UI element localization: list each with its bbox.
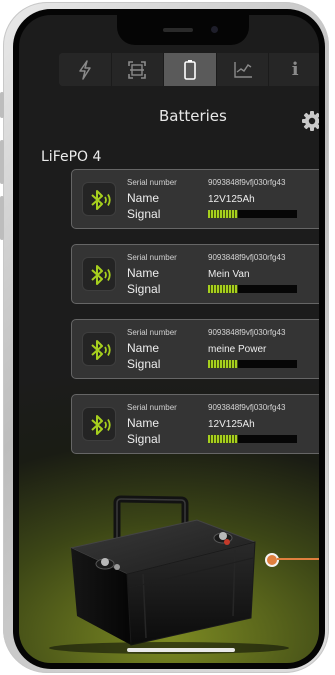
bluetooth-icon xyxy=(91,340,111,360)
battery-card[interactable]: Serial number Name Signal 9093848f9vfj03… xyxy=(71,244,319,304)
signal-label: Signal xyxy=(127,432,161,446)
name-label: Name xyxy=(127,266,160,280)
signal-strength-bar xyxy=(208,435,297,443)
scan-frame-icon xyxy=(128,60,147,79)
bluetooth-badge xyxy=(82,407,116,441)
callout-marker[interactable] xyxy=(265,553,279,567)
battery-card[interactable]: Serial number Name Signal 9093848f9vfj03… xyxy=(71,319,319,379)
bluetooth-badge xyxy=(82,257,116,291)
tab-info[interactable]: i xyxy=(269,53,319,86)
signal-strength-fill xyxy=(208,210,239,218)
serial-label: Serial number xyxy=(127,403,177,412)
battery-icon xyxy=(184,59,196,80)
callout-line xyxy=(277,558,319,560)
tab-scan[interactable] xyxy=(111,53,165,86)
bluetooth-icon xyxy=(91,415,111,435)
page-title: Batteries xyxy=(159,107,227,125)
phone-volume-up-button xyxy=(0,140,4,184)
signal-label: Signal xyxy=(127,357,161,371)
signal-strength-bar xyxy=(208,210,297,218)
signal-label: Signal xyxy=(127,282,161,296)
gear-icon[interactable] xyxy=(302,111,319,131)
name-label: Name xyxy=(127,416,160,430)
info-icon: i xyxy=(291,59,299,80)
serial-label: Serial number xyxy=(127,178,177,187)
name-value: Mein Van xyxy=(208,269,250,280)
phone-volume-down-button xyxy=(0,196,4,240)
signal-strength-bar xyxy=(208,285,297,293)
tab-statistics[interactable] xyxy=(216,53,270,86)
name-label: Name xyxy=(127,341,160,355)
chart-icon xyxy=(233,61,252,78)
serial-value: 9093848f9vfj030rfg43 xyxy=(208,253,286,262)
serial-label: Serial number xyxy=(127,253,177,262)
name-value: 12V125Ah xyxy=(208,194,255,205)
front-camera xyxy=(211,26,218,33)
tab-bar: i xyxy=(59,53,319,86)
name-value: 12V125Ah xyxy=(208,419,255,430)
battery-type-label: LiFePO 4 xyxy=(41,149,102,165)
name-value: meine Power xyxy=(208,344,267,355)
bluetooth-badge xyxy=(82,332,116,366)
battery-card[interactable]: Serial number Name Signal 9093848f9vfj03… xyxy=(71,394,319,454)
name-label: Name xyxy=(127,191,160,205)
serial-label: Serial number xyxy=(127,328,177,337)
battery-card[interactable]: Serial number Name Signal 9093848f9vfj03… xyxy=(71,169,319,229)
signal-strength-fill xyxy=(208,285,239,293)
serial-value: 9093848f9vfj030rfg43 xyxy=(208,178,286,187)
bluetooth-icon xyxy=(91,190,111,210)
serial-value: 9093848f9vfj030rfg43 xyxy=(208,403,286,412)
phone-side-button xyxy=(0,92,4,118)
bluetooth-badge xyxy=(82,182,116,216)
signal-label: Signal xyxy=(127,207,161,221)
speaker-grille xyxy=(163,28,193,32)
phone-notch xyxy=(117,15,249,45)
lightning-icon xyxy=(79,59,91,80)
signal-strength-fill xyxy=(208,435,239,443)
tab-batteries[interactable] xyxy=(164,53,217,86)
app-screen: i Batteries LiFePO 4 Serial number Name … xyxy=(19,15,319,663)
home-indicator[interactable] xyxy=(127,648,235,652)
signal-strength-fill xyxy=(208,360,239,368)
tab-power[interactable] xyxy=(59,53,112,86)
signal-strength-bar xyxy=(208,360,297,368)
serial-value: 9093848f9vfj030rfg43 xyxy=(208,328,286,337)
bluetooth-icon xyxy=(91,265,111,285)
